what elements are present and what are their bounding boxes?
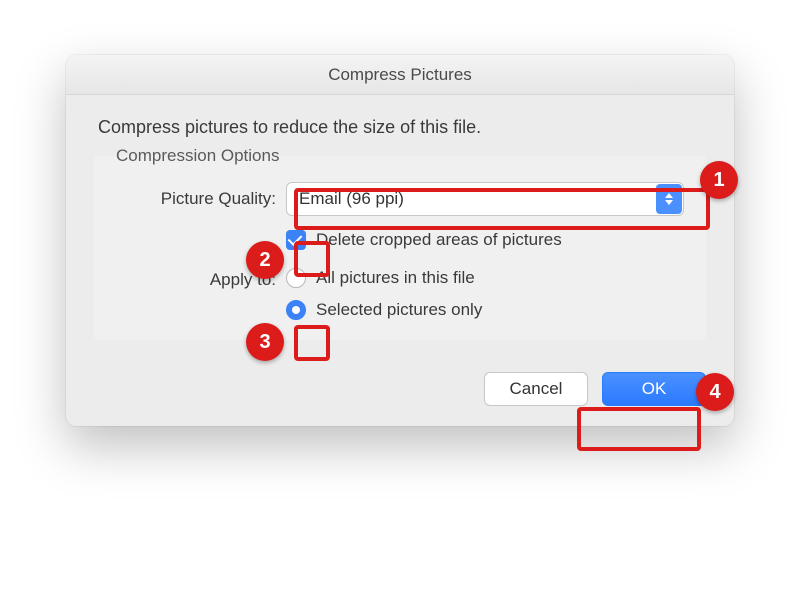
chevron-down-icon — [665, 200, 673, 205]
apply-to-group: Apply to: All pictures in this file Sele… — [116, 268, 684, 320]
radio-all-row[interactable]: All pictures in this file — [286, 268, 482, 288]
picture-quality-label: Picture Quality: — [116, 189, 286, 209]
dialog-button-row: Cancel OK — [94, 372, 706, 406]
picture-quality-value: Email (96 ppi) — [286, 182, 684, 216]
radio-selected-label: Selected pictures only — [316, 300, 482, 320]
radio-selected-row[interactable]: Selected pictures only — [286, 300, 482, 320]
compression-options-group: Compression Options Picture Quality: Ema… — [94, 156, 706, 340]
dialog-lead-text: Compress pictures to reduce the size of … — [94, 117, 706, 138]
picture-quality-row: Picture Quality: Email (96 ppi) — [116, 182, 684, 216]
dialog-title: Compress Pictures — [66, 55, 734, 95]
delete-cropped-label: Delete cropped areas of pictures — [316, 230, 562, 250]
delete-cropped-row: Delete cropped areas of pictures — [116, 230, 684, 250]
apply-to-label: Apply to: — [116, 268, 286, 320]
ok-button[interactable]: OK — [602, 372, 706, 406]
delete-cropped-checkbox[interactable] — [286, 230, 306, 250]
radio-all-pictures[interactable] — [286, 268, 306, 288]
picture-quality-select[interactable]: Email (96 ppi) — [286, 182, 684, 216]
select-stepper-icon[interactable] — [656, 184, 682, 214]
compress-pictures-dialog: Compress Pictures Compress pictures to r… — [66, 55, 734, 426]
group-legend: Compression Options — [112, 146, 283, 166]
radio-selected-pictures[interactable] — [286, 300, 306, 320]
dialog-body: Compress pictures to reduce the size of … — [66, 95, 734, 426]
cancel-button[interactable]: Cancel — [484, 372, 588, 406]
radio-all-label: All pictures in this file — [316, 268, 475, 288]
chevron-up-icon — [665, 193, 673, 198]
